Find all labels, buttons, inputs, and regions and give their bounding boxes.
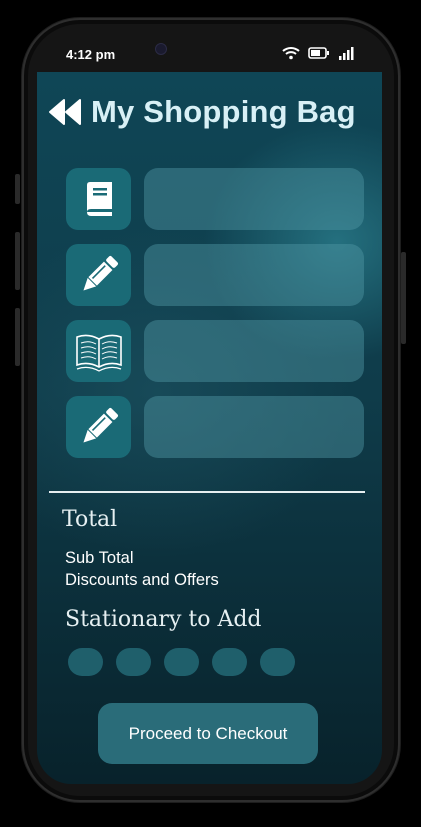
book-icon bbox=[86, 182, 112, 216]
stationary-chips bbox=[68, 648, 295, 676]
phone-action-button bbox=[15, 174, 20, 204]
stationary-chip[interactable] bbox=[116, 648, 151, 676]
phone-volume-up-button bbox=[15, 232, 20, 290]
app-screen: My Shopping Bag Total Sub Total Discount… bbox=[37, 72, 382, 784]
signal-icon bbox=[339, 47, 354, 60]
discounts-label: Discounts and Offers bbox=[65, 571, 219, 589]
front-camera bbox=[155, 43, 167, 55]
bag-item-row[interactable] bbox=[66, 168, 366, 230]
bag-item-row[interactable] bbox=[66, 244, 366, 306]
open-book-icon bbox=[75, 334, 122, 372]
status-time: 4:12 pm bbox=[66, 47, 116, 62]
pencil-icon bbox=[82, 408, 118, 443]
rewind-icon bbox=[49, 99, 81, 125]
item-card[interactable] bbox=[144, 244, 364, 306]
page-title: My Shopping Bag bbox=[91, 94, 356, 129]
item-card[interactable] bbox=[144, 320, 364, 382]
stationary-chip[interactable] bbox=[212, 648, 247, 676]
battery-icon bbox=[308, 47, 329, 59]
total-heading: Total bbox=[62, 507, 118, 532]
status-bar: 4:12 pm bbox=[22, 36, 400, 72]
item-thumbnail bbox=[66, 320, 131, 382]
bag-item-row[interactable] bbox=[66, 320, 366, 382]
status-icons bbox=[282, 46, 356, 60]
pencil-icon bbox=[82, 256, 118, 291]
phone-power-button bbox=[401, 252, 406, 344]
divider bbox=[49, 491, 365, 493]
bag-item-row[interactable] bbox=[66, 396, 366, 458]
item-thumbnail bbox=[66, 244, 131, 306]
header: My Shopping Bag bbox=[47, 94, 356, 130]
item-card[interactable] bbox=[144, 396, 364, 458]
stationary-heading: Stationary to Add bbox=[65, 607, 262, 632]
item-thumbnail bbox=[66, 168, 131, 230]
item-card[interactable] bbox=[144, 168, 364, 230]
phone-volume-down-button bbox=[15, 308, 20, 366]
sub-total-label: Sub Total bbox=[65, 549, 134, 567]
stationary-chip[interactable] bbox=[68, 648, 103, 676]
wifi-icon bbox=[282, 47, 300, 60]
order-summary: Sub Total Discounts and Offers bbox=[65, 547, 219, 591]
back-button[interactable] bbox=[47, 94, 83, 130]
item-thumbnail bbox=[66, 396, 131, 458]
stationary-chip[interactable] bbox=[164, 648, 199, 676]
proceed-to-checkout-button[interactable]: Proceed to Checkout bbox=[98, 703, 318, 764]
stationary-chip[interactable] bbox=[260, 648, 295, 676]
